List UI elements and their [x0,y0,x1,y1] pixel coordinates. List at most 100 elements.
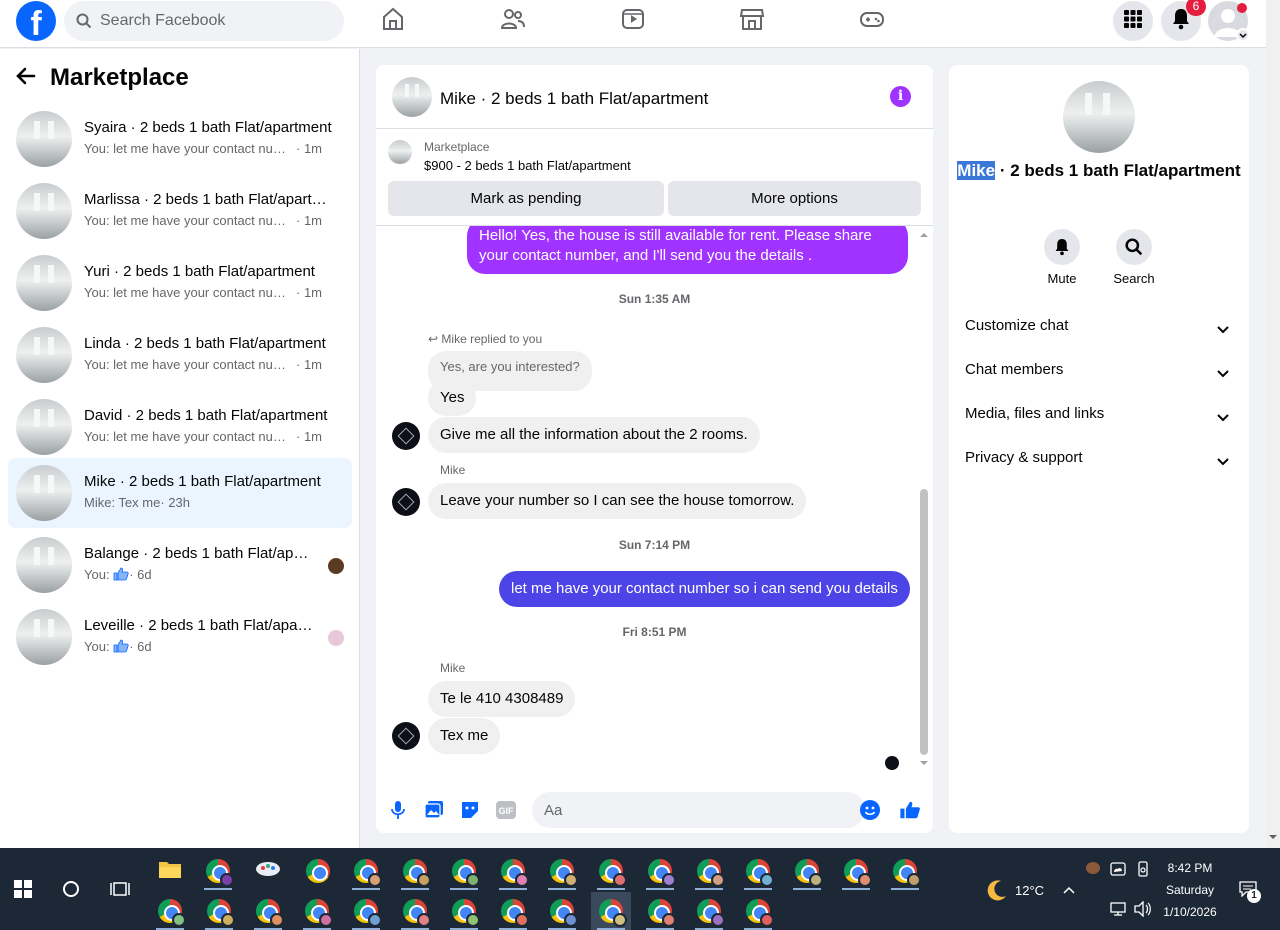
chrome-app-active[interactable] [591,892,631,930]
sticker-icon[interactable] [460,800,480,820]
chat-title[interactable]: Mike · 2 beds 1 bath Flat/apartment [440,89,708,109]
message-input[interactable] [544,792,824,828]
chrome-app[interactable] [542,892,582,930]
message-input-box[interactable] [532,792,880,828]
gif-icon[interactable]: GIF [496,800,516,820]
message-bubble-incoming[interactable]: Tex me [428,718,501,754]
home-nav-button[interactable] [378,7,408,34]
chrome-app[interactable] [787,852,827,890]
mute-button[interactable]: Mute [1032,229,1092,286]
conversation-item[interactable]: Balange · 2 beds 1 bath Flat/apartment Y… [8,530,352,600]
chrome-app[interactable] [395,892,435,930]
back-arrow-icon[interactable] [16,67,36,90]
search-box[interactable] [64,1,344,41]
emoji-icon[interactable] [860,800,880,820]
network-icon[interactable] [1110,902,1126,921]
conversation-item[interactable]: Syaira · 2 beds 1 bath Flat/apartment Yo… [8,104,352,174]
message-bubble-incoming[interactable]: Te le 410 4308489 [428,681,576,717]
paint-app[interactable] [248,852,288,890]
scroll-up-arrow-icon[interactable] [917,230,931,240]
message-bubble-incoming[interactable]: Give me all the information about the 2 … [428,417,760,453]
chrome-app[interactable] [395,852,435,890]
search-in-chat-button[interactable]: Search [1104,229,1164,286]
weather-temperature[interactable]: 12°C [1015,883,1044,898]
info-icon[interactable]: i [890,86,911,107]
chrome-app[interactable] [493,892,533,930]
chrome-app[interactable] [640,852,680,890]
chrome-app[interactable] [689,892,729,930]
scroll-down-arrow-icon[interactable] [917,758,931,768]
account-chevron-icon[interactable] [1236,28,1250,42]
clock-date[interactable]: 1/10/2026 [1160,905,1220,919]
phone-link-icon[interactable] [1136,861,1150,882]
section-customize-chat[interactable]: Customize chat [965,312,1233,340]
clock-time[interactable]: 8:42 PM [1160,861,1220,875]
conversation-item[interactable]: Leveille · 2 beds 1 bath Flat/apartment … [8,602,352,672]
chrome-app[interactable] [346,892,386,930]
gaming-nav-button[interactable] [857,8,887,34]
photo-icon[interactable] [424,800,444,820]
chat-scrollbar[interactable] [917,226,931,772]
message-bubble-incoming[interactable]: Leave your number so I can see the house… [428,483,807,519]
search-input[interactable] [100,1,330,41]
file-explorer-app[interactable] [150,852,190,890]
windows-start-icon[interactable] [14,880,32,903]
conversation-item[interactable]: David · 2 beds 1 bath Flat/apartment You… [8,392,352,462]
listing-thumbnail[interactable] [388,140,412,164]
chrome-app[interactable] [346,852,386,890]
weather-moon-icon[interactable] [985,878,1009,907]
scroll-down-arrow-icon[interactable] [1266,832,1280,842]
chrome-app[interactable] [885,852,925,890]
onedrive-icon[interactable] [1110,861,1126,882]
video-nav-button[interactable] [618,8,648,34]
task-view-icon[interactable] [110,880,130,903]
chrome-app[interactable] [297,892,337,930]
more-options-button[interactable]: More options [668,181,921,216]
section-chat-members[interactable]: Chat members [965,356,1233,384]
conversation-item[interactable]: Marlissa · 2 beds 1 bath Flat/apartment … [8,176,352,246]
thumbs-up-send-icon[interactable] [898,798,922,822]
chrome-app[interactable] [493,852,533,890]
search-circle-icon[interactable] [63,881,79,897]
scrollbar-thumb[interactable] [920,489,928,755]
conversation-item[interactable]: Yuri · 2 beds 1 bath Flat/apartment You:… [8,248,352,318]
section-privacy-support[interactable]: Privacy & support [965,444,1233,472]
chrome-app[interactable] [738,852,778,890]
menu-button[interactable] [1113,1,1153,41]
chrome-app[interactable] [542,852,582,890]
message-bubble-incoming[interactable]: Yes [428,380,477,416]
sender-avatar[interactable] [392,722,420,750]
marketplace-nav-button[interactable] [737,8,767,34]
chevron-up-icon[interactable] [1062,882,1076,900]
section-media-files-links[interactable]: Media, files and links [965,400,1233,428]
chrome-app[interactable] [689,852,729,890]
mark-as-pending-button[interactable]: Mark as pending [388,181,664,216]
chrome-app[interactable] [444,852,484,890]
sender-avatar[interactable] [392,422,420,450]
chrome-app[interactable] [198,852,238,890]
sender-avatar[interactable] [392,488,420,516]
chat-avatar[interactable] [392,77,432,117]
chrome-app[interactable] [591,852,631,890]
message-bubble-outgoing[interactable]: Hello! Yes, the house is still available… [467,226,908,274]
chrome-app[interactable] [640,892,680,930]
chrome-app[interactable] [298,852,338,890]
chrome-app[interactable] [738,892,778,930]
chrome-app[interactable] [444,892,484,930]
clock-day[interactable]: Saturday [1160,883,1220,897]
facebook-logo-icon[interactable]: f [16,1,56,41]
chrome-app[interactable] [199,892,239,930]
conversation-item[interactable]: Linda · 2 beds 1 bath Flat/apartment You… [8,320,352,390]
timestamp: Sun 7:14 PM [618,538,691,552]
chrome-app[interactable] [248,892,288,930]
volume-icon[interactable] [1134,900,1152,922]
tray-app-icon[interactable] [1086,862,1100,874]
conversation-item-active[interactable]: Mike · 2 beds 1 bath Flat/apartment Mike… [8,458,352,528]
message-bubble-outgoing[interactable]: let me have your contact number so i can… [499,571,910,607]
friends-nav-button[interactable] [498,8,528,34]
listing-price[interactable]: $900 - 2 beds 1 bath Flat/apartment [424,158,631,173]
microphone-icon[interactable] [388,800,408,820]
chrome-app[interactable] [836,852,876,890]
page-scrollbar[interactable] [1266,0,1280,848]
chrome-app[interactable] [150,892,190,930]
